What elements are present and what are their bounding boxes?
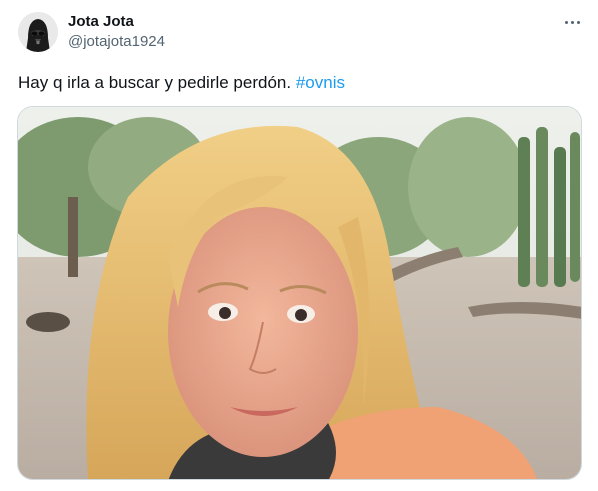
darth-vader-avatar-icon	[18, 12, 58, 52]
hashtag-link[interactable]: #ovnis	[296, 73, 345, 92]
author-info: Jota Jota @jotajota1924	[68, 12, 165, 52]
tweet-body-text: Hay q irla a buscar y pedirle perdón.	[18, 73, 292, 92]
more-horizontal-icon	[564, 20, 568, 24]
author-handle[interactable]: @jotajota1924	[68, 32, 165, 52]
author-display-name[interactable]: Jota Jota	[68, 12, 165, 32]
tweet-photo[interactable]	[17, 106, 582, 480]
tweet-card[interactable]: Jota Jota @jotajota1924 Hay q irla a bus…	[0, 0, 598, 491]
author-avatar[interactable]	[18, 12, 58, 52]
photo-image	[18, 107, 581, 479]
more-options-button[interactable]	[560, 12, 584, 32]
tweet-text: Hay q irla a buscar y pedirle perdón. #o…	[18, 72, 345, 94]
